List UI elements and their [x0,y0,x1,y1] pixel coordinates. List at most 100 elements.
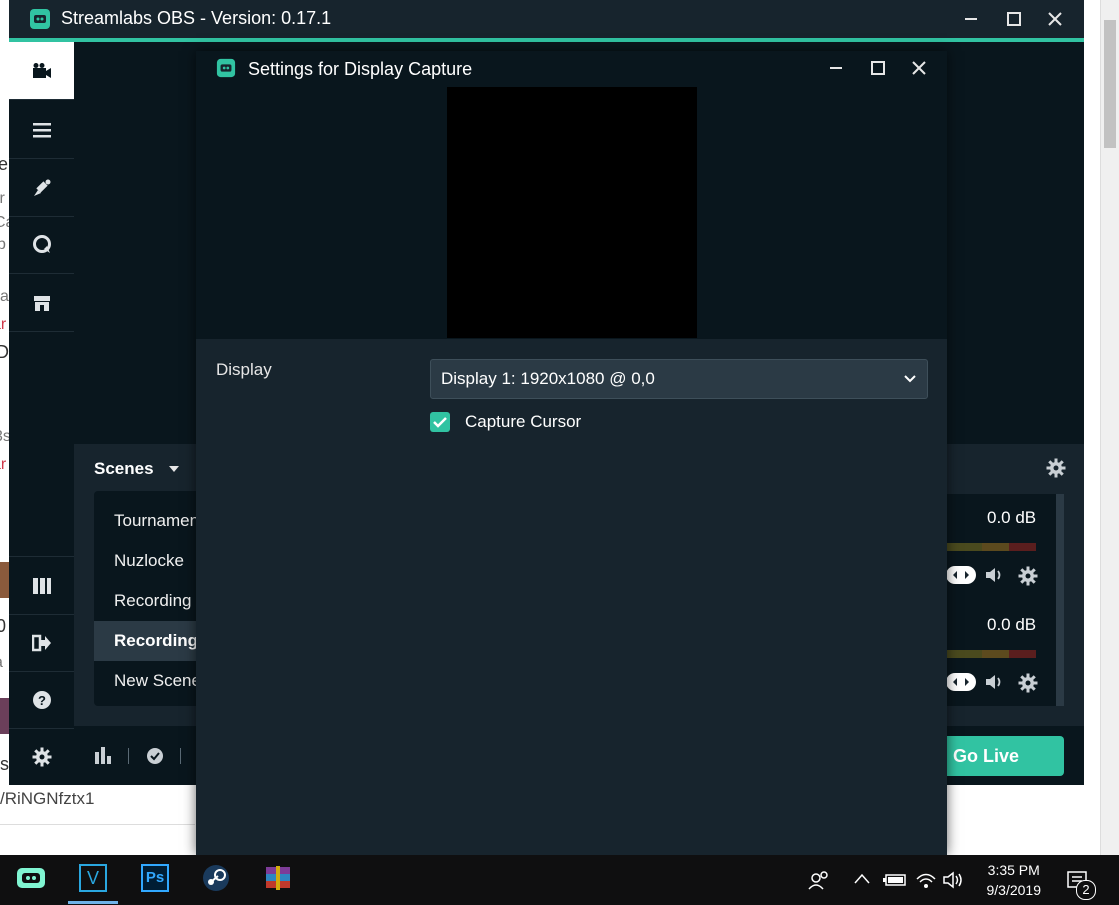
store-icon [33,295,50,311]
gear-icon [1046,458,1066,478]
dialog-close-button[interactable] [906,55,932,81]
background-divider [0,824,195,825]
taskbar-clock[interactable]: 3:35 PM 9/3/2019 [987,860,1042,900]
volume-meter [946,543,1036,551]
battery-icon[interactable] [883,873,907,887]
sidebar-item-chatbot[interactable] [9,216,74,274]
taskbar-winrar-button[interactable] [261,861,295,895]
sidebar-item-settings[interactable] [9,728,74,785]
mixer-channel-db: 0.0 dB [987,615,1037,634]
scene-item[interactable]: Tournament [94,501,196,541]
background-link-text: /RiNGNfztx1 [0,789,95,808]
chevron-up-icon[interactable] [854,873,870,885]
mixer-channel-db: 0.0 dB [987,508,1037,527]
checkmark-icon [433,417,447,428]
scene-item[interactable]: Nuzlocke [94,541,196,581]
streamlabs-logo-icon [29,8,51,30]
dialog-logo-icon [216,58,236,78]
taskbar-photoshop-button[interactable]: Ps [138,861,172,895]
channel-settings-button[interactable] [1018,673,1038,693]
source-preview [447,87,697,338]
sidebar-item-logout[interactable] [9,614,74,672]
clock-time: 3:35 PM [987,862,1040,878]
bar-chart-icon [95,747,111,764]
active-app-indicator [68,901,118,904]
taskbar-streamlabs-button[interactable] [14,861,48,895]
maximize-button[interactable] [1001,6,1027,32]
dashboard-list-icon [32,122,51,137]
minimize-icon [965,18,977,20]
dialog-title: Settings for Display Capture [248,59,473,79]
streamlabs-icon [17,868,45,888]
performance-stats-button[interactable] [94,746,112,764]
chevron-down-icon [904,375,916,383]
volume-button[interactable] [984,673,1004,691]
cloud-backup-button[interactable] [145,746,165,764]
background-thumbnail [0,562,9,598]
channel-settings-button[interactable] [1018,566,1038,586]
display-label: Display [216,360,272,379]
photoshop-icon: Ps [141,864,169,892]
background-fragment: 0 [0,616,7,636]
sidebar-item-layout[interactable] [9,556,74,615]
go-live-button[interactable]: Go Live [946,736,1064,776]
scenes-header: Scenes [94,459,154,478]
background-fragment: ar [0,316,7,333]
sidebar-item-help[interactable]: ? [9,671,74,729]
footer-divider [128,748,129,764]
notification-count-badge: 2 [1076,880,1096,900]
wifi-icon[interactable] [915,870,937,890]
display-select[interactable]: Display 1: 1920x1080 @ 0,0 [430,359,928,399]
link-icon [953,571,969,579]
capture-cursor-label[interactable]: Capture Cursor [465,412,581,432]
people-icon[interactable] [808,869,830,891]
footer-divider [180,748,181,764]
scenes-dropdown-icon[interactable] [168,465,180,473]
close-icon [912,61,926,75]
mixer-settings-button[interactable] [1046,458,1066,478]
scene-item[interactable]: New Scene [94,661,196,701]
background-fragment: 3s [0,428,9,445]
scene-item-active[interactable]: Recording [94,621,196,661]
display-select-value: Display 1: 1920x1080 @ 0,0 [441,369,655,388]
background-fragment: p [0,236,6,253]
steam-icon [203,865,229,891]
minimize-button[interactable] [958,6,984,32]
chatbot-icon [32,234,51,253]
background-scrollbar-thumb[interactable] [1104,20,1116,148]
volume-button[interactable] [984,566,1004,584]
gear-icon [1018,566,1038,586]
taskbar-vegas-button[interactable]: V [76,861,110,895]
speaker-icon [986,568,1001,582]
capture-cursor-checkbox[interactable] [430,412,450,432]
close-button[interactable] [1042,6,1068,32]
background-left-strip: e ir Ca p ka ar D 3s ar 0 a rs [0,42,9,785]
gear-icon [1018,673,1038,693]
speaker-icon [986,675,1001,689]
sidebar-item-dashboard[interactable] [9,101,74,159]
volume-meter [946,650,1036,658]
mixer-toggle-button[interactable] [946,673,976,691]
dialog-maximize-button[interactable] [865,55,891,81]
sidebar-item-themes[interactable] [9,159,74,217]
background-fragment: a [0,654,3,672]
cloud-check-icon [147,748,163,764]
clock-date: 9/3/2019 [986,882,1042,898]
background-fragment: D [0,342,9,362]
mixer-toggle-button[interactable] [946,566,976,584]
link-icon [953,678,969,686]
background-fragment: e [0,154,9,174]
background-fragment: ir [0,190,5,207]
background-thumbnail [0,698,9,734]
maximize-icon [1007,12,1021,26]
sidebar-item-studio[interactable] [9,42,74,100]
minimize-icon [830,67,842,69]
window-title: Streamlabs OBS - Version: 0.17.1 [61,8,332,28]
volume-tray-icon[interactable] [942,871,966,889]
vegas-icon: V [79,864,107,892]
scene-item[interactable]: Recording [94,581,196,621]
dialog-minimize-button[interactable] [823,55,849,81]
mixer-scrollbar[interactable] [1056,494,1064,706]
taskbar-steam-button[interactable] [199,861,233,895]
sidebar-item-store[interactable] [9,274,74,332]
